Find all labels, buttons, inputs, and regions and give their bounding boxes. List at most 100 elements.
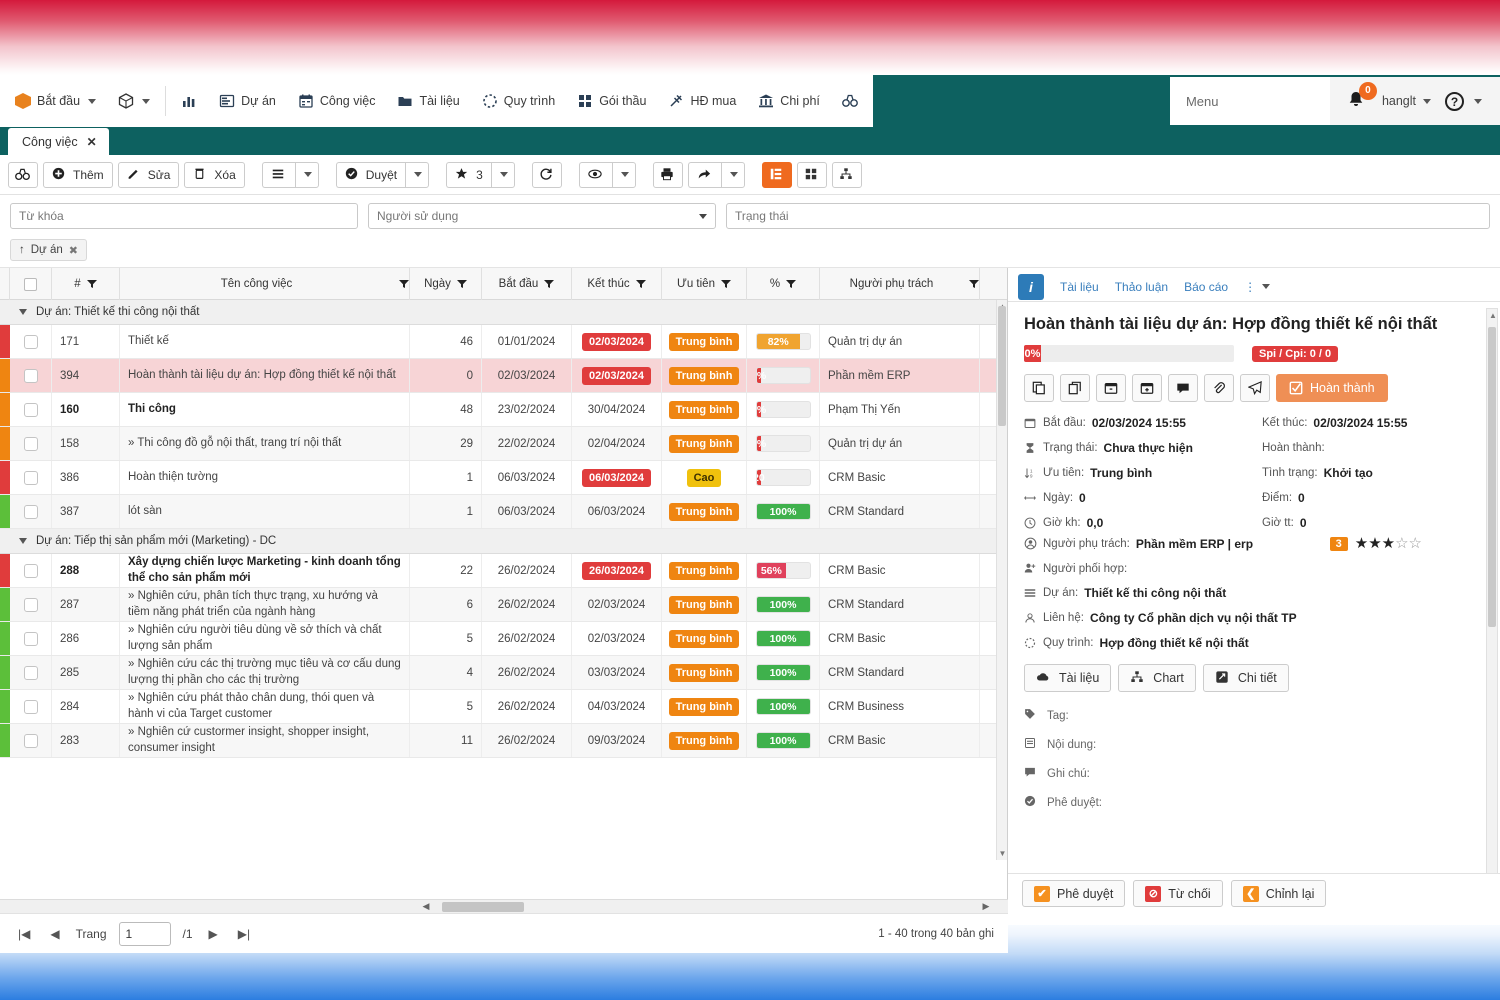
chip-du-an[interactable]: ↑ Dự án ✖	[10, 239, 87, 261]
row-checkbox[interactable]	[23, 470, 38, 485]
filter-icon[interactable]	[635, 279, 646, 289]
filter-icon[interactable]	[399, 279, 409, 289]
tab-cong-viec[interactable]: Công việc ✕	[8, 128, 109, 155]
scroll-left-icon[interactable]: ◀	[418, 901, 434, 912]
view-list-button[interactable]	[761, 161, 792, 188]
grid-col-priority[interactable]: Ưu tiên	[662, 268, 747, 300]
grid-col-start[interactable]: Bắt đầu	[482, 268, 572, 300]
table-row[interactable]: 283» Nghiên cứ custormer insight, shoppe…	[0, 724, 1007, 758]
next-page-icon[interactable]: ▶	[205, 927, 222, 941]
nav-item-goi-thau[interactable]: Gói thầu	[566, 75, 657, 127]
star-filter-button[interactable]: 3	[446, 161, 491, 188]
edit-button[interactable]: Sửa	[117, 161, 180, 188]
nav-item-tai-lieu[interactable]: Tài liệu	[386, 75, 470, 127]
share-dropdown[interactable]	[720, 161, 745, 188]
row-checkbox[interactable]	[23, 402, 38, 417]
first-page-icon[interactable]: |◀	[14, 927, 34, 941]
calendar-button[interactable]	[1096, 374, 1126, 403]
grid-col-name[interactable]: Tên công việc	[120, 268, 410, 300]
print-button[interactable]	[652, 161, 683, 188]
grid-col-end[interactable]: Kết thúc	[572, 268, 662, 300]
row-checkbox[interactable]	[23, 733, 38, 748]
page-input[interactable]: 1	[118, 921, 171, 946]
refresh-button[interactable]	[531, 161, 562, 188]
table-row[interactable]: 288 Xây dựng chiến lược Marketing - kinh …	[0, 554, 1007, 588]
nav-item-bat-dau[interactable]: Bắt đầu	[4, 75, 107, 127]
table-row[interactable]: 394 Hoàn thành tài liệu dự án: Hợp đồng t…	[0, 359, 1007, 393]
row-checkbox-cell[interactable]	[10, 495, 52, 528]
prev-page-icon[interactable]: ◀	[46, 927, 63, 941]
last-page-icon[interactable]: ▶|	[234, 927, 254, 941]
view-grid-button[interactable]	[796, 161, 827, 188]
table-row[interactable]: 171 Thiết kế 46 01/01/2024 02/03/2024 Trung b…	[0, 325, 1007, 359]
share-button[interactable]	[687, 161, 721, 188]
filter-icon[interactable]	[86, 279, 97, 289]
help-icon[interactable]: ?	[1445, 91, 1464, 111]
info-icon[interactable]: i	[1018, 273, 1044, 300]
row-checkbox-cell[interactable]	[10, 588, 52, 621]
row-checkbox-cell[interactable]	[10, 690, 52, 723]
tab-tai-lieu[interactable]: Tài liệu	[1060, 280, 1099, 294]
star-icon[interactable]: ☆	[1395, 535, 1408, 552]
star-filter-dropdown[interactable]	[490, 161, 515, 188]
detail-button-chart[interactable]: Chart	[1118, 664, 1196, 693]
row-checkbox[interactable]	[23, 665, 38, 680]
group-header-row[interactable]: Dự án: Thiết kế thi công nội thất	[0, 300, 1007, 325]
user-menu[interactable]: hanglt	[1382, 94, 1431, 108]
row-checkbox-cell[interactable]	[10, 656, 52, 689]
filter-icon[interactable]	[786, 279, 797, 289]
search-button[interactable]	[8, 161, 38, 188]
row-checkbox[interactable]	[23, 334, 38, 349]
grid-col-num[interactable]: #	[52, 268, 120, 300]
nav-item-cong-viec[interactable]: Công việc	[287, 75, 387, 127]
rating-widget[interactable]: 3 ★★★☆☆	[1329, 535, 1422, 552]
grid-col-percent[interactable]: %	[747, 268, 820, 300]
row-checkbox-cell[interactable]	[10, 359, 52, 392]
table-row[interactable]: 160 Thi công 48 23/02/2024 30/04/2024 Trung b…	[0, 393, 1007, 427]
row-checkbox[interactable]	[23, 631, 38, 646]
view-eye-button[interactable]	[578, 161, 612, 188]
table-row[interactable]: 387 lót sàn 1 06/03/2024 06/03/2024 Trung bìn…	[0, 495, 1007, 529]
row-checkbox-cell[interactable]	[10, 427, 52, 460]
nav-item-chi-phi[interactable]: Chi phí	[747, 75, 831, 127]
detail-button-chi-tiết[interactable]: Chi tiết	[1202, 664, 1289, 693]
list-options-button[interactable]	[261, 161, 295, 188]
nav-item-reports[interactable]	[170, 75, 208, 127]
menu-search-box[interactable]: Menu	[1169, 77, 1330, 125]
star-icon[interactable]: ★	[1368, 535, 1381, 552]
row-checkbox[interactable]	[23, 563, 38, 578]
row-checkbox-cell[interactable]	[10, 325, 52, 358]
footer-button-chỉnh-lại[interactable]: ❮ Chỉnh lại	[1230, 880, 1327, 907]
grid-col-select-all[interactable]	[10, 268, 52, 300]
row-checkbox[interactable]	[23, 699, 38, 714]
row-checkbox-cell[interactable]	[10, 554, 52, 587]
more-options-icon[interactable]: ⋮	[1244, 280, 1271, 294]
table-row[interactable]: 386 Hoàn thiện tường 1 06/03/2024 06/03/2024…	[0, 461, 1007, 495]
nav-item-hd-mua[interactable]: HĐ mua	[657, 75, 747, 127]
scroll-thumb[interactable]	[442, 901, 524, 912]
row-checkbox[interactable]	[23, 368, 38, 383]
table-row[interactable]: 158» Thi công đồ gỗ nội thất, trang trí …	[0, 427, 1007, 461]
delete-button[interactable]: Xóa	[184, 161, 245, 188]
detail-vertical-scrollbar[interactable]: ▲ ▼	[1486, 308, 1498, 878]
nav-item-quy-trinh[interactable]: Quy trình	[471, 75, 566, 127]
grid-col-owner[interactable]: Người phụ trách	[820, 268, 980, 300]
tab-bao-cao[interactable]: Báo cáo	[1184, 280, 1228, 294]
table-row[interactable]: 286» Nghiên cứu người tiêu dùng về sở th…	[0, 622, 1007, 656]
chevron-down-icon[interactable]	[1474, 98, 1482, 104]
send-button[interactable]	[1240, 374, 1270, 403]
hscroll-track[interactable]	[434, 900, 978, 914]
table-row[interactable]: 285» Nghiên cứu các thị trường mục tiêu …	[0, 656, 1007, 690]
row-checkbox[interactable]	[23, 436, 38, 451]
star-icon[interactable]: ★	[1382, 535, 1395, 552]
scroll-thumb[interactable]	[1488, 327, 1496, 627]
calendar-add-button[interactable]	[1132, 374, 1162, 403]
scroll-thumb[interactable]	[998, 306, 1006, 426]
close-icon[interactable]: ✖	[69, 244, 78, 257]
approve-dropdown[interactable]	[405, 161, 430, 188]
approve-button[interactable]: Duyệt	[335, 161, 406, 188]
filter-icon[interactable]	[544, 279, 555, 289]
row-checkbox[interactable]	[23, 504, 38, 519]
row-checkbox-cell[interactable]	[10, 461, 52, 494]
star-icon[interactable]: ★	[1355, 535, 1368, 552]
